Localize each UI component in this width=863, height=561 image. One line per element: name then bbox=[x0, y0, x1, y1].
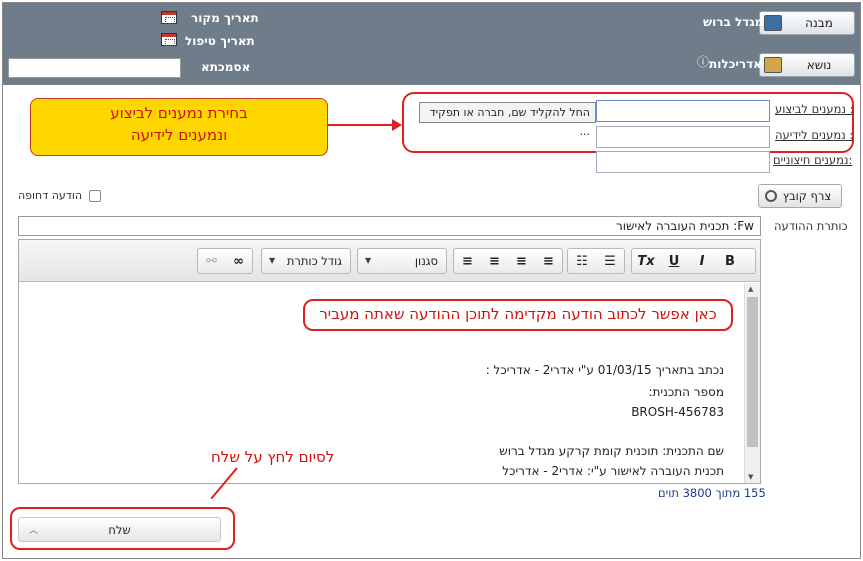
subject-value: אדריכלות bbox=[709, 57, 762, 71]
body-line: נכתב בתאריך 01/03/15 ע"י אדרי2 - אדריכל … bbox=[485, 363, 724, 377]
align-left-icon[interactable]: ≡ bbox=[535, 249, 562, 273]
chevron-down-icon: ▼ bbox=[365, 256, 372, 265]
calendar-icon[interactable] bbox=[161, 11, 177, 24]
arrow-head-icon bbox=[392, 119, 402, 131]
attach-file-button[interactable]: צרף קובץ bbox=[758, 184, 842, 208]
building-icon bbox=[764, 15, 782, 31]
urgent-label: הודעה דחופה bbox=[18, 189, 83, 202]
bold-button[interactable]: B bbox=[716, 249, 744, 273]
subject-button[interactable]: נושא bbox=[759, 53, 855, 77]
reference-input[interactable] bbox=[8, 58, 181, 78]
callout-line1: בחירת נמענים לביצוע bbox=[110, 104, 248, 122]
subject-label: כותרת ההודעה bbox=[774, 219, 848, 233]
structure-value: מגדל ברוש bbox=[703, 15, 764, 29]
chevron-up-icon: ︿ bbox=[29, 526, 39, 536]
external-recipients-label: נמענים חיצוניים: bbox=[773, 153, 853, 167]
recipients-callout: בחירת נמענים לביצוע ונמענים לידיעה bbox=[30, 98, 328, 156]
link-icon[interactable]: ∞ bbox=[225, 249, 252, 273]
send-note: לסיום לחץ על שלח bbox=[211, 448, 335, 466]
bulleted-list-icon[interactable]: ☷ bbox=[568, 249, 596, 273]
numbered-list-icon[interactable]: ☰ bbox=[596, 249, 624, 273]
scroll-up-icon[interactable]: ▲ bbox=[748, 285, 753, 293]
editor-scrollbar[interactable]: ▲ ▼ bbox=[744, 283, 760, 483]
link-group: ⚯ ∞ bbox=[197, 248, 253, 274]
chevron-down-icon: ▼ bbox=[269, 256, 276, 265]
reference-label: אסמכתא bbox=[201, 60, 251, 74]
style-combo[interactable]: ▼ סגנון bbox=[357, 248, 447, 274]
info-icon[interactable]: ⓘ bbox=[697, 53, 709, 70]
unlink-icon[interactable]: ⚯ bbox=[198, 249, 225, 273]
paperclip-icon bbox=[762, 187, 780, 205]
to-recipients-label: נמענים לביצוע : bbox=[775, 102, 854, 116]
cc-recipients-input[interactable] bbox=[596, 126, 770, 148]
body-line: תכנית העוברה לאישור ע"י: אדרי2 - אדריכל bbox=[502, 464, 724, 478]
scroll-down-icon[interactable]: ▼ bbox=[748, 473, 753, 481]
to-recipients-input[interactable] bbox=[596, 100, 770, 122]
source-date-label: תאריך מקור bbox=[191, 11, 259, 25]
urgent-checkbox[interactable] bbox=[89, 190, 101, 202]
recipient-picker[interactable]: החל להקליד שם, חברה או תפקיד ... bbox=[419, 102, 596, 138]
body-line: BROSH-456783 bbox=[631, 405, 724, 419]
subject-icon bbox=[764, 57, 782, 73]
callout-arrow bbox=[328, 124, 400, 126]
scrollbar-thumb[interactable] bbox=[747, 297, 758, 447]
body-line: שם התכנית: תוכנית קומת קרקע מגדל ברוש bbox=[499, 444, 724, 458]
list-group: ☷ ☰ bbox=[567, 248, 625, 274]
align-justify-icon[interactable]: ≡ bbox=[454, 249, 481, 273]
align-group: ≡ ≡ ≡ ≡ bbox=[453, 248, 563, 274]
align-right-icon[interactable]: ≡ bbox=[481, 249, 508, 273]
cc-recipients-label: נמענים לידיעה : bbox=[775, 128, 854, 142]
callout-line2: ונמענים לידיעה bbox=[130, 126, 228, 144]
underline-button[interactable]: U bbox=[660, 249, 688, 273]
structure-button[interactable]: מבנה bbox=[759, 11, 855, 35]
calendar-icon[interactable] bbox=[161, 33, 177, 46]
header-panel: מבנה מגדל ברוש נושא אדריכלות ⓘ תאריך מקו… bbox=[3, 3, 860, 85]
char-counter: 155 מתוך 3800 תוים bbox=[658, 486, 766, 500]
editor-toolbar: Tx U I B ☷ ☰ ≡ ≡ ≡ ≡ ▼ סגנון ▼ גודל כותר… bbox=[19, 240, 760, 282]
handling-date-label: תאריך טיפול bbox=[185, 34, 255, 48]
preface-note: כאן אפשר לכתוב הודעה מקדימה לתוכן ההודעה… bbox=[303, 299, 733, 331]
send-button[interactable]: ︿ שלח bbox=[18, 517, 221, 542]
align-center-icon[interactable]: ≡ bbox=[508, 249, 535, 273]
clear-format-button[interactable]: Tx bbox=[632, 249, 660, 273]
font-size-combo[interactable]: ▼ גודל כותרת bbox=[261, 248, 351, 274]
italic-button[interactable]: I bbox=[688, 249, 716, 273]
format-group: Tx U I B bbox=[631, 248, 756, 274]
subject-input[interactable]: Fw: תכנית העוברה לאישור bbox=[18, 216, 761, 236]
message-editor: Tx U I B ☷ ☰ ≡ ≡ ≡ ≡ ▼ סגנון ▼ גודל כותר… bbox=[18, 239, 761, 484]
body-line: מספר התכנית: bbox=[648, 385, 724, 399]
external-recipients-input[interactable] bbox=[596, 151, 770, 173]
